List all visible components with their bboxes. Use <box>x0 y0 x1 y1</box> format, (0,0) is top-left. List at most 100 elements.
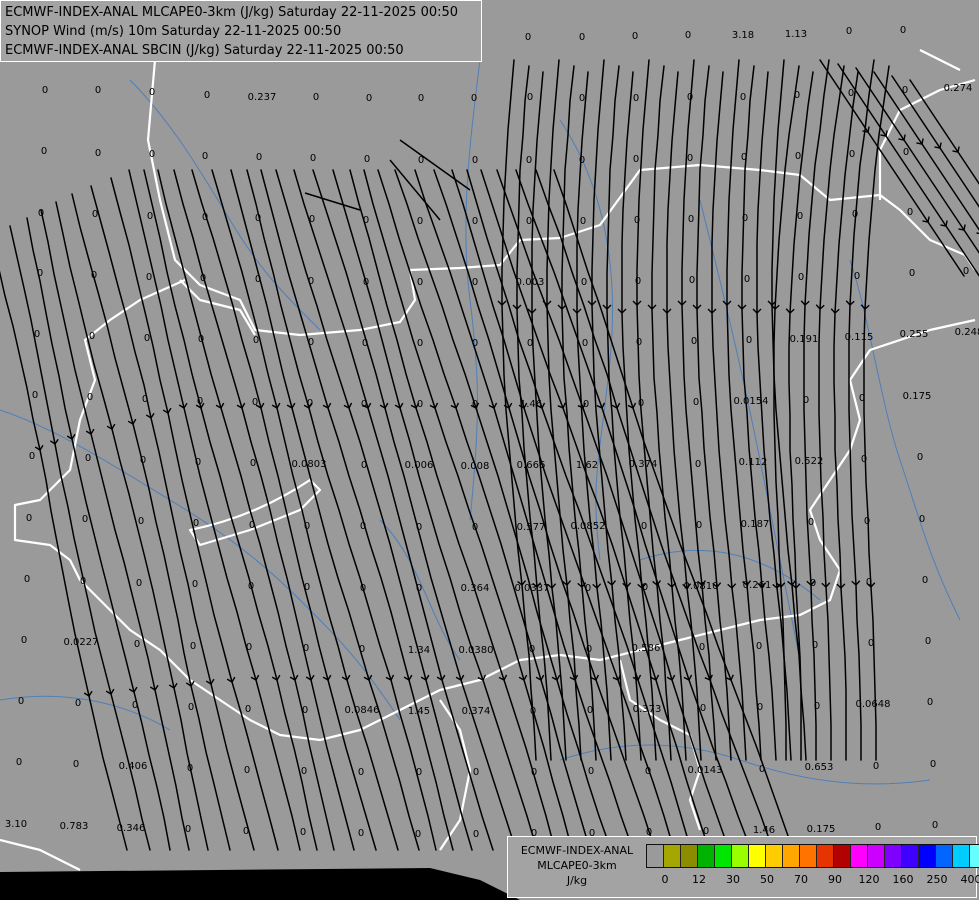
value-label: 0 <box>641 521 647 532</box>
legend-color-bar <box>646 844 979 868</box>
value-label: 0 <box>859 393 865 404</box>
value-label: 0 <box>963 266 969 277</box>
value-label: 0 <box>149 87 155 98</box>
value-label: 0 <box>147 211 153 222</box>
value-label: 0 <box>579 32 585 43</box>
value-label: 0 <box>530 706 536 717</box>
value-label: 0 <box>255 274 261 285</box>
value-label: 0.112 <box>739 457 768 468</box>
value-label: 0 <box>29 451 35 462</box>
value-label: 0 <box>417 338 423 349</box>
value-label: 0 <box>579 155 585 166</box>
legend-swatch <box>664 845 681 867</box>
value-label: 0 <box>873 761 879 772</box>
value-label: 0.577 <box>517 522 546 533</box>
value-label: 0 <box>642 582 648 593</box>
value-label: 0 <box>526 216 532 227</box>
value-label: 0 <box>526 155 532 166</box>
legend-tick-labels: 0 12 30 50 70 90 120 160 250 400 <box>646 873 979 889</box>
legend-swatch <box>851 845 868 867</box>
value-label: 0 <box>759 764 765 775</box>
value-label: 0 <box>866 577 872 588</box>
color-legend: ECMWF-INDEX-ANAL MLCAPE0-3km J/kg 0 12 30 5… <box>507 836 979 898</box>
value-label: 0 <box>689 275 695 286</box>
value-label: 0.008 <box>461 461 490 472</box>
value-label: 0 <box>302 705 308 716</box>
value-label: 0 <box>803 395 809 406</box>
value-label: 0.522 <box>795 456 824 467</box>
value-label: 0 <box>861 454 867 465</box>
value-label: 0 <box>875 822 881 833</box>
header-line-sbcin: ECMWF-INDEX-ANAL SBCIN (J/kg) Saturday 2… <box>5 43 404 58</box>
value-label: 0 <box>864 516 870 527</box>
value-label: 0.006 <box>405 460 434 471</box>
value-label: 0 <box>253 335 259 346</box>
value-label: 0 <box>854 271 860 282</box>
value-label: 0 <box>245 704 251 715</box>
value-label: 0 <box>204 90 210 101</box>
value-label: 0 <box>529 644 535 655</box>
value-label: 0 <box>82 514 88 525</box>
value-label: 0 <box>472 155 478 166</box>
legend-tick: 12 <box>692 873 706 886</box>
value-label: 0 <box>691 336 697 347</box>
value-label: 0 <box>134 639 140 650</box>
value-label: 0.666 <box>517 460 546 471</box>
value-label: 0 <box>307 398 313 409</box>
value-label: 0 <box>197 396 203 407</box>
header-line-wind: SYNOP Wind (m/s) 10m Saturday 22-11-2025… <box>5 24 342 39</box>
value-label: 0 <box>814 701 820 712</box>
value-label: 0 <box>699 642 705 653</box>
legend-tick: 70 <box>794 873 808 886</box>
value-label: 0 <box>300 827 306 838</box>
value-label: 0 <box>903 147 909 158</box>
value-label: 0.175 <box>903 391 932 402</box>
value-label: 0 <box>42 85 48 96</box>
value-label: 0.374 <box>629 459 658 470</box>
value-label: 0 <box>32 390 38 401</box>
value-label: 0 <box>95 148 101 159</box>
legend-swatch <box>783 845 800 867</box>
value-label: 0 <box>632 31 638 42</box>
map-header: ECMWF-INDEX-ANAL MLCAPE0-3km (J/kg) Satu… <box>0 0 482 62</box>
value-label: 0 <box>304 521 310 532</box>
value-label: 0 <box>16 757 22 768</box>
legend-swatch <box>885 845 902 867</box>
value-label: 0 <box>360 521 366 532</box>
value-label: 0 <box>907 207 913 218</box>
value-label: 0 <box>364 154 370 165</box>
value-label: 0 <box>138 516 144 527</box>
value-label: 0 <box>693 397 699 408</box>
value-label: 0 <box>685 30 691 41</box>
value-label: 0.0380 <box>459 645 494 656</box>
value-label: 0 <box>308 337 314 348</box>
value-label: 0 <box>927 697 933 708</box>
value-label: 0 <box>202 151 208 162</box>
value-label: 0 <box>256 152 262 163</box>
value-label: 0 <box>848 88 854 99</box>
value-label: 0 <box>688 214 694 225</box>
value-label: 1.34 <box>408 645 430 656</box>
value-label: 0.346 <box>117 823 146 834</box>
value-label: 0 <box>695 459 701 470</box>
value-label: 0 <box>358 767 364 778</box>
value-label: 0 <box>909 268 915 279</box>
value-label: 0.115 <box>845 332 874 343</box>
value-label: 0.274 <box>944 83 973 94</box>
value-label: 0 <box>849 149 855 160</box>
value-label: 0 <box>248 581 254 592</box>
value-label: 0.003 <box>516 277 545 288</box>
legend-tick: 120 <box>858 873 880 886</box>
value-label: 3.18 <box>732 30 754 41</box>
value-label: 0 <box>700 703 706 714</box>
value-label: 0 <box>740 92 746 103</box>
value-label: 0 <box>757 702 763 713</box>
value-label: 0 <box>756 641 762 652</box>
value-label: 0 <box>360 583 366 594</box>
value-label: 0 <box>741 152 747 163</box>
value-label: 0 <box>418 155 424 166</box>
value-label: 0 <box>301 766 307 777</box>
legend-swatch <box>647 845 664 867</box>
value-label: 0 <box>192 579 198 590</box>
value-label: 0 <box>527 338 533 349</box>
